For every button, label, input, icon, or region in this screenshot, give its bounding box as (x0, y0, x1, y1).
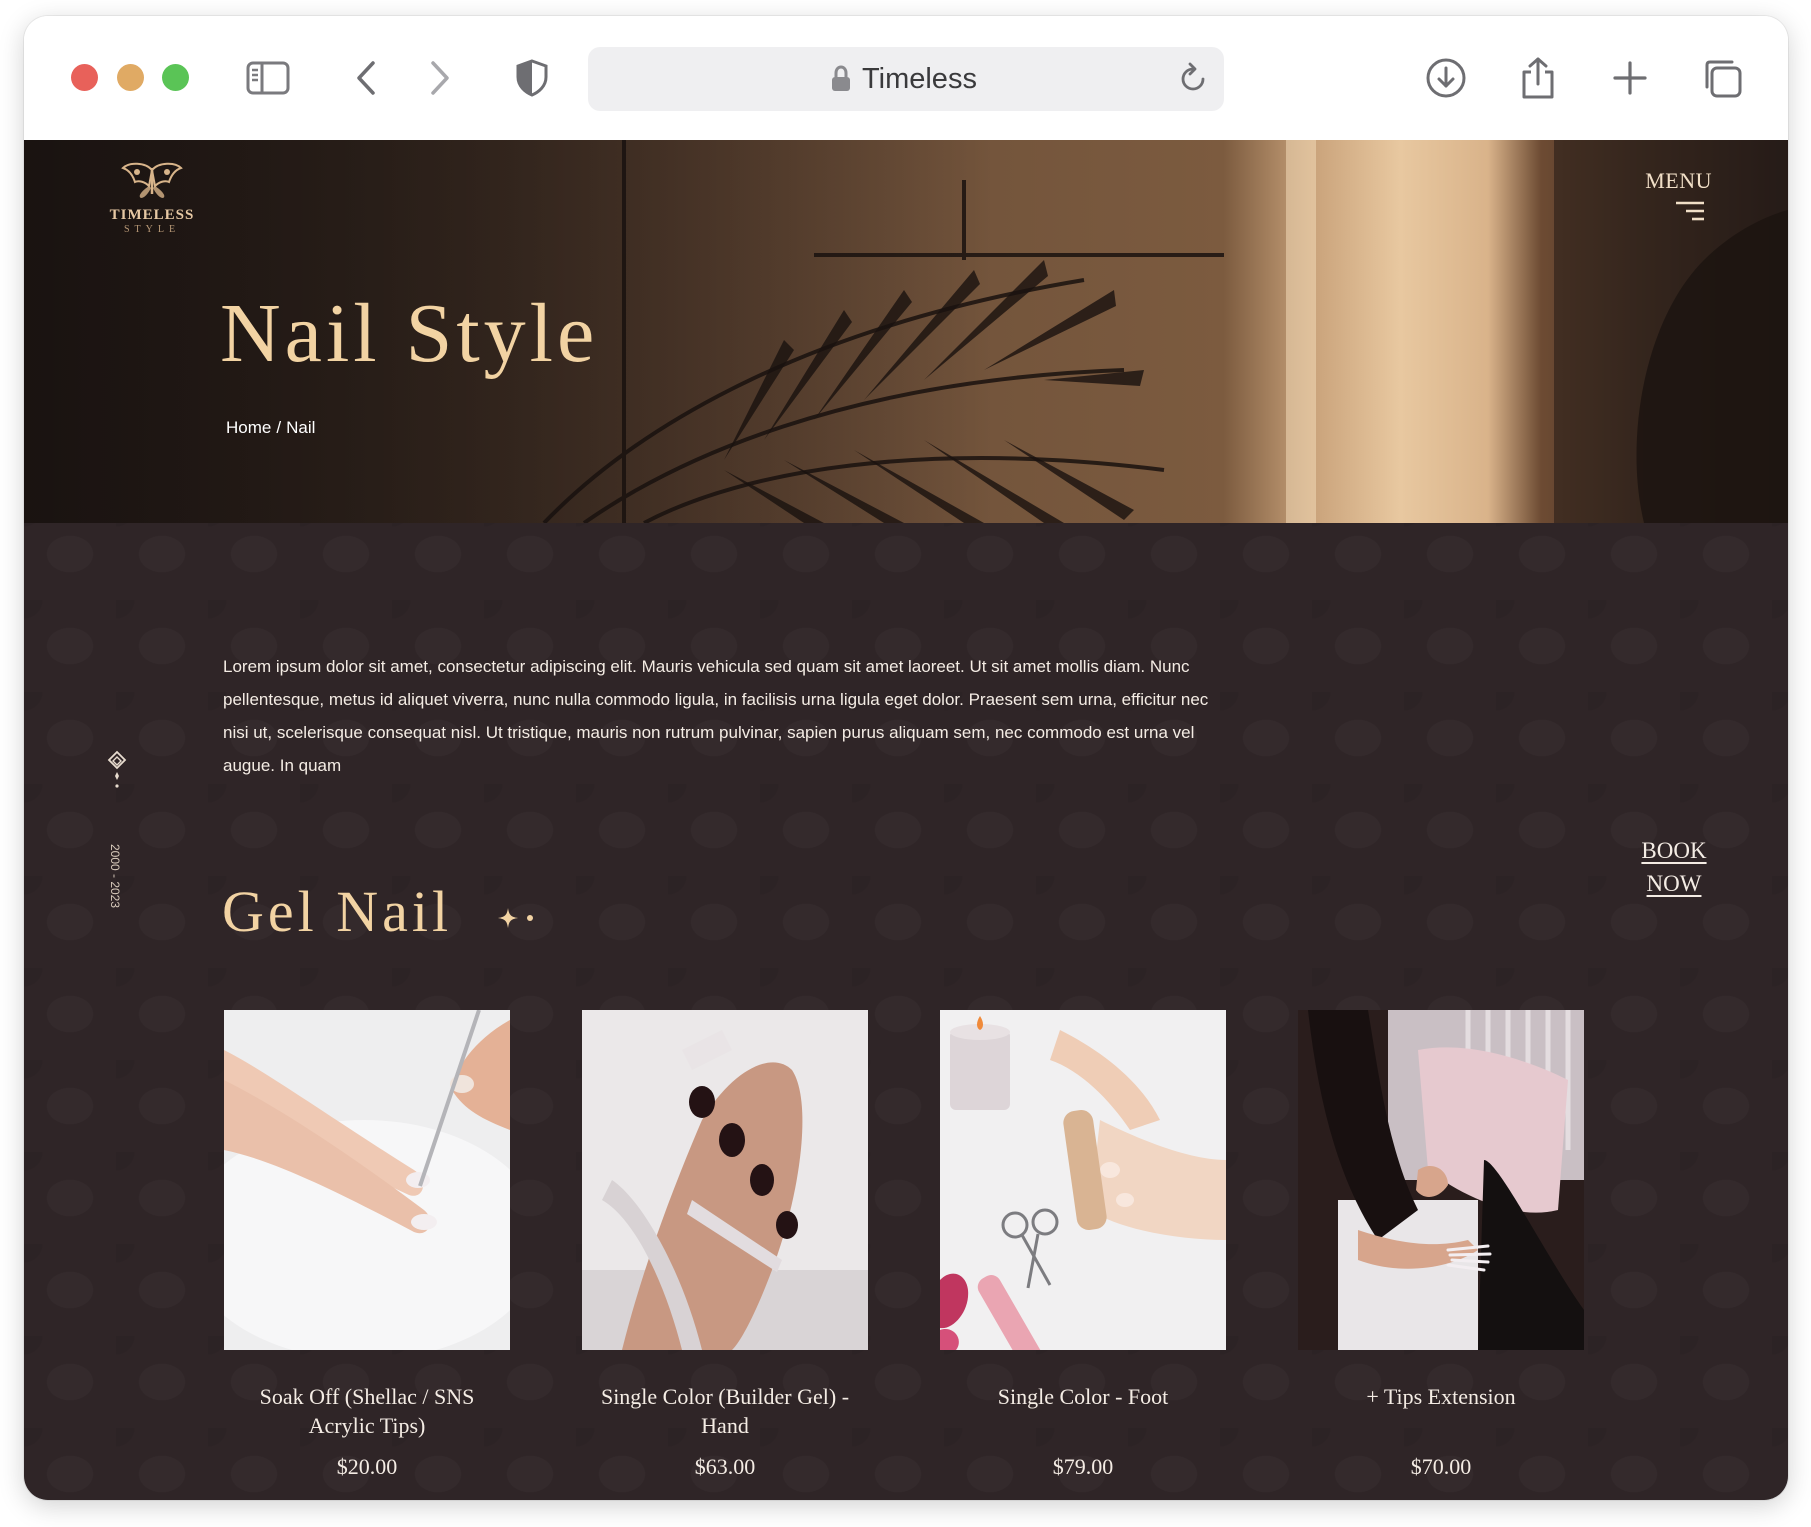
service-cards: Soak Off (Shellac / SNS Acrylic Tips) $2… (24, 1010, 1788, 1500)
forward-icon[interactable] (416, 54, 464, 102)
share-icon[interactable] (1514, 54, 1562, 102)
hamburger-menu-icon (1676, 201, 1704, 221)
address-title: Timeless (862, 63, 977, 95)
service-price: $70.00 (1410, 1454, 1472, 1479)
shield-icon[interactable] (508, 54, 556, 102)
browser-window: Timeless TIMELESS STYLE MENU Nail Style … (24, 16, 1788, 1500)
years-label: 2000 - 2023 (108, 843, 122, 909)
minimize-window-button[interactable] (117, 64, 144, 91)
reload-icon[interactable] (1178, 62, 1208, 99)
breadcrumb-separator: / (276, 418, 282, 437)
logo-brand-text: TIMELESS (109, 207, 195, 223)
back-icon[interactable] (342, 54, 390, 102)
service-price: $63.00 (694, 1454, 756, 1479)
section-title: Gel Nail (222, 879, 453, 944)
close-window-button[interactable] (71, 64, 98, 91)
hero-banner: TIMELESS STYLE MENU Nail Style Home / Nail (24, 140, 1788, 523)
menu-button[interactable]: MENU (1632, 168, 1712, 221)
service-image-pedicure (940, 1010, 1226, 1350)
download-icon[interactable] (1422, 54, 1470, 102)
service-price: $79.00 (1052, 1454, 1114, 1479)
site-logo[interactable]: TIMELESS STYLE (106, 160, 198, 235)
breadcrumb-current: Nail (286, 418, 316, 437)
breadcrumb-home-link[interactable]: Home (226, 418, 271, 437)
service-card[interactable]: Single Color - Foot $79.00 (940, 1010, 1226, 1480)
browser-toolbar: Timeless (24, 16, 1788, 140)
service-card[interactable]: + Tips Extension $70.00 (1298, 1010, 1584, 1480)
book-now-line-1: BOOK (1641, 838, 1707, 863)
butterfly-logo-icon (121, 162, 183, 198)
service-card[interactable]: Soak Off (Shellac / SNS Acrylic Tips) $2… (224, 1010, 510, 1480)
service-image-tips-extension (1298, 1010, 1584, 1350)
logo-sub-text: STYLE (123, 224, 181, 235)
menu-label: MENU (1645, 168, 1712, 193)
intro-paragraph: Lorem ipsum dolor sit amet, consectetur … (223, 657, 1209, 775)
sparkle-icon (498, 908, 533, 928)
new-tab-icon[interactable] (1606, 54, 1654, 102)
service-card[interactable]: Single Color (Builder Gel) - Hand $63.00 (582, 1010, 868, 1480)
service-name: Soak Off (Shellac / SNS Acrylic Tips) (259, 1384, 475, 1438)
page-title: Nail Style (220, 287, 599, 380)
diamond-ornament-icon (106, 750, 128, 799)
web-page: TIMELESS STYLE MENU Nail Style Home / Nail (24, 140, 1788, 1500)
book-now-link[interactable]: BOOK NOW (1624, 834, 1724, 900)
service-name: + Tips Extension (1366, 1384, 1516, 1409)
service-name: Single Color - Foot (997, 1384, 1169, 1409)
lock-icon (830, 65, 852, 98)
service-image-dark-gel-nails (582, 1010, 868, 1350)
tabs-overview-icon[interactable] (1698, 54, 1746, 102)
service-price: $20.00 (336, 1454, 398, 1479)
service-image-manicure (224, 1010, 510, 1350)
maximize-window-button[interactable] (162, 64, 189, 91)
address-bar[interactable]: Timeless (588, 47, 1224, 111)
sidebar-icon[interactable] (244, 54, 292, 102)
breadcrumb: Home / Nail (226, 418, 315, 438)
book-now-line-2: NOW (1646, 871, 1702, 896)
service-name: Single Color (Builder Gel) - Hand (600, 1384, 850, 1438)
